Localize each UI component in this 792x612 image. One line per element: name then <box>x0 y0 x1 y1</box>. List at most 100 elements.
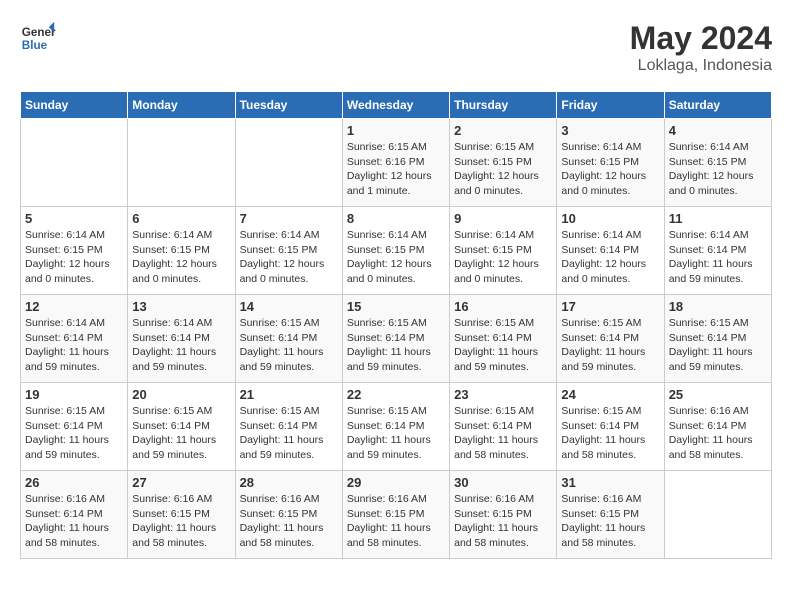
day-number: 2 <box>454 123 552 138</box>
day-info: Sunrise: 6:14 AM Sunset: 6:15 PM Dayligh… <box>240 228 338 287</box>
dow-header-friday: Friday <box>557 92 664 119</box>
week-row-2: 5Sunrise: 6:14 AM Sunset: 6:15 PM Daylig… <box>21 207 772 295</box>
day-info: Sunrise: 6:15 AM Sunset: 6:14 PM Dayligh… <box>454 404 552 463</box>
calendar-cell: 15 Sunrise: 6:15 AM Sunset: 6:14 PM Dayli… <box>342 295 449 383</box>
dow-header-saturday: Saturday <box>664 92 771 119</box>
week-row-4: 19 Sunrise: 6:15 AM Sunset: 6:14 PM Dayli… <box>21 383 772 471</box>
calendar-cell: 21Sunrise: 6:15 AM Sunset: 6:14 PM Dayli… <box>235 383 342 471</box>
page-title: May 2024 <box>630 20 772 57</box>
day-number: 29 <box>347 475 445 490</box>
day-number: 12 <box>25 299 123 314</box>
day-number: 6 <box>132 211 230 226</box>
calendar-cell: 7Sunrise: 6:14 AM Sunset: 6:15 PM Daylig… <box>235 207 342 295</box>
days-of-week-row: SundayMondayTuesdayWednesdayThursdayFrid… <box>21 92 772 119</box>
day-info: Sunrise: 6:14 AM Sunset: 6:15 PM Dayligh… <box>454 228 552 287</box>
calendar-cell: 31 Sunrise: 6:16 AM Sunset: 6:15 PM Dayli… <box>557 471 664 559</box>
calendar-cell: 18 Sunrise: 6:15 AM Sunset: 6:14 PM Dayli… <box>664 295 771 383</box>
calendar-cell: 22 Sunrise: 6:15 AM Sunset: 6:14 PM Dayli… <box>342 383 449 471</box>
day-number: 22 <box>347 387 445 402</box>
calendar-cell: 2 Sunrise: 6:15 AM Sunset: 6:15 PM Daylig… <box>450 119 557 207</box>
day-info: Sunrise: 6:14 AM Sunset: 6:14 PM Dayligh… <box>561 228 659 287</box>
day-number: 23 <box>454 387 552 402</box>
day-info: Sunrise: 6:14 AM Sunset: 6:15 PM Dayligh… <box>347 228 445 287</box>
calendar-cell: 9 Sunrise: 6:14 AM Sunset: 6:15 PM Daylig… <box>450 207 557 295</box>
day-info: Sunrise: 6:15 AM Sunset: 6:14 PM Dayligh… <box>347 316 445 375</box>
day-info: Sunrise: 6:16 AM Sunset: 6:15 PM Dayligh… <box>132 492 230 551</box>
dow-header-thursday: Thursday <box>450 92 557 119</box>
day-info: Sunrise: 6:14 AM Sunset: 6:15 PM Dayligh… <box>25 228 123 287</box>
calendar-body: 1Sunrise: 6:15 AM Sunset: 6:16 PM Daylig… <box>21 119 772 559</box>
calendar-cell: 11 Sunrise: 6:14 AM Sunset: 6:14 PM Dayli… <box>664 207 771 295</box>
day-number: 30 <box>454 475 552 490</box>
day-info: Sunrise: 6:15 AM Sunset: 6:14 PM Dayligh… <box>347 404 445 463</box>
day-info: Sunrise: 6:15 AM Sunset: 6:14 PM Dayligh… <box>132 404 230 463</box>
day-info: Sunrise: 6:15 AM Sunset: 6:14 PM Dayligh… <box>454 316 552 375</box>
day-number: 13 <box>132 299 230 314</box>
day-info: Sunrise: 6:14 AM Sunset: 6:15 PM Dayligh… <box>669 140 767 199</box>
title-block: May 2024 Loklaga, Indonesia <box>630 20 772 75</box>
day-number: 11 <box>669 211 767 226</box>
week-row-5: 26 Sunrise: 6:16 AM Sunset: 6:14 PM Dayli… <box>21 471 772 559</box>
day-info: Sunrise: 6:15 AM Sunset: 6:14 PM Dayligh… <box>561 316 659 375</box>
day-number: 3 <box>561 123 659 138</box>
day-number: 10 <box>561 211 659 226</box>
calendar-cell: 6Sunrise: 6:14 AM Sunset: 6:15 PM Daylig… <box>128 207 235 295</box>
day-number: 26 <box>25 475 123 490</box>
week-row-3: 12 Sunrise: 6:14 AM Sunset: 6:14 PM Dayli… <box>21 295 772 383</box>
day-info: Sunrise: 6:15 AM Sunset: 6:14 PM Dayligh… <box>240 316 338 375</box>
day-info: Sunrise: 6:14 AM Sunset: 6:14 PM Dayligh… <box>25 316 123 375</box>
dow-header-wednesday: Wednesday <box>342 92 449 119</box>
dow-header-sunday: Sunday <box>21 92 128 119</box>
day-number: 21 <box>240 387 338 402</box>
calendar-cell: 27 Sunrise: 6:16 AM Sunset: 6:15 PM Dayli… <box>128 471 235 559</box>
day-info: Sunrise: 6:16 AM Sunset: 6:15 PM Dayligh… <box>454 492 552 551</box>
day-number: 20 <box>132 387 230 402</box>
svg-text:Blue: Blue <box>22 39 48 52</box>
day-info: Sunrise: 6:15 AM Sunset: 6:15 PM Dayligh… <box>454 140 552 199</box>
calendar-cell: 5Sunrise: 6:14 AM Sunset: 6:15 PM Daylig… <box>21 207 128 295</box>
page-header: General Blue May 2024 Loklaga, Indonesia <box>20 20 772 75</box>
calendar-cell <box>21 119 128 207</box>
day-info: Sunrise: 6:16 AM Sunset: 6:14 PM Dayligh… <box>669 404 767 463</box>
day-number: 16 <box>454 299 552 314</box>
week-row-1: 1Sunrise: 6:15 AM Sunset: 6:16 PM Daylig… <box>21 119 772 207</box>
calendar-cell: 10 Sunrise: 6:14 AM Sunset: 6:14 PM Dayli… <box>557 207 664 295</box>
calendar-cell: 13 Sunrise: 6:14 AM Sunset: 6:14 PM Dayli… <box>128 295 235 383</box>
day-info: Sunrise: 6:15 AM Sunset: 6:14 PM Dayligh… <box>561 404 659 463</box>
day-info: Sunrise: 6:16 AM Sunset: 6:15 PM Dayligh… <box>561 492 659 551</box>
day-number: 19 <box>25 387 123 402</box>
day-info: Sunrise: 6:16 AM Sunset: 6:15 PM Dayligh… <box>347 492 445 551</box>
calendar-cell: 25Sunrise: 6:16 AM Sunset: 6:14 PM Dayli… <box>664 383 771 471</box>
calendar-cell <box>664 471 771 559</box>
day-info: Sunrise: 6:16 AM Sunset: 6:15 PM Dayligh… <box>240 492 338 551</box>
day-number: 28 <box>240 475 338 490</box>
logo-icon: General Blue <box>20 20 56 56</box>
calendar-cell <box>128 119 235 207</box>
calendar-cell: 29 Sunrise: 6:16 AM Sunset: 6:15 PM Dayli… <box>342 471 449 559</box>
calendar-cell: 20 Sunrise: 6:15 AM Sunset: 6:14 PM Dayli… <box>128 383 235 471</box>
day-info: Sunrise: 6:15 AM Sunset: 6:16 PM Dayligh… <box>347 140 445 199</box>
day-info: Sunrise: 6:16 AM Sunset: 6:14 PM Dayligh… <box>25 492 123 551</box>
calendar-cell: 16 Sunrise: 6:15 AM Sunset: 6:14 PM Dayli… <box>450 295 557 383</box>
day-info: Sunrise: 6:14 AM Sunset: 6:14 PM Dayligh… <box>669 228 767 287</box>
day-number: 24 <box>561 387 659 402</box>
day-number: 9 <box>454 211 552 226</box>
day-number: 18 <box>669 299 767 314</box>
day-number: 4 <box>669 123 767 138</box>
day-number: 15 <box>347 299 445 314</box>
day-info: Sunrise: 6:15 AM Sunset: 6:14 PM Dayligh… <box>669 316 767 375</box>
day-number: 27 <box>132 475 230 490</box>
calendar-cell: 19Sunrise: 6:15 AM Sunset: 6:14 PM Dayli… <box>21 383 128 471</box>
day-number: 31 <box>561 475 659 490</box>
day-number: 8 <box>347 211 445 226</box>
day-number: 14 <box>240 299 338 314</box>
calendar-cell <box>235 119 342 207</box>
day-info: Sunrise: 6:14 AM Sunset: 6:15 PM Dayligh… <box>561 140 659 199</box>
calendar-cell: 4 Sunrise: 6:14 AM Sunset: 6:15 PM Daylig… <box>664 119 771 207</box>
calendar-cell: 24 Sunrise: 6:15 AM Sunset: 6:14 PM Dayli… <box>557 383 664 471</box>
calendar-cell: 30 Sunrise: 6:16 AM Sunset: 6:15 PM Dayli… <box>450 471 557 559</box>
dow-header-monday: Monday <box>128 92 235 119</box>
dow-header-tuesday: Tuesday <box>235 92 342 119</box>
day-info: Sunrise: 6:14 AM Sunset: 6:14 PM Dayligh… <box>132 316 230 375</box>
calendar-cell: 28 Sunrise: 6:16 AM Sunset: 6:15 PM Dayli… <box>235 471 342 559</box>
